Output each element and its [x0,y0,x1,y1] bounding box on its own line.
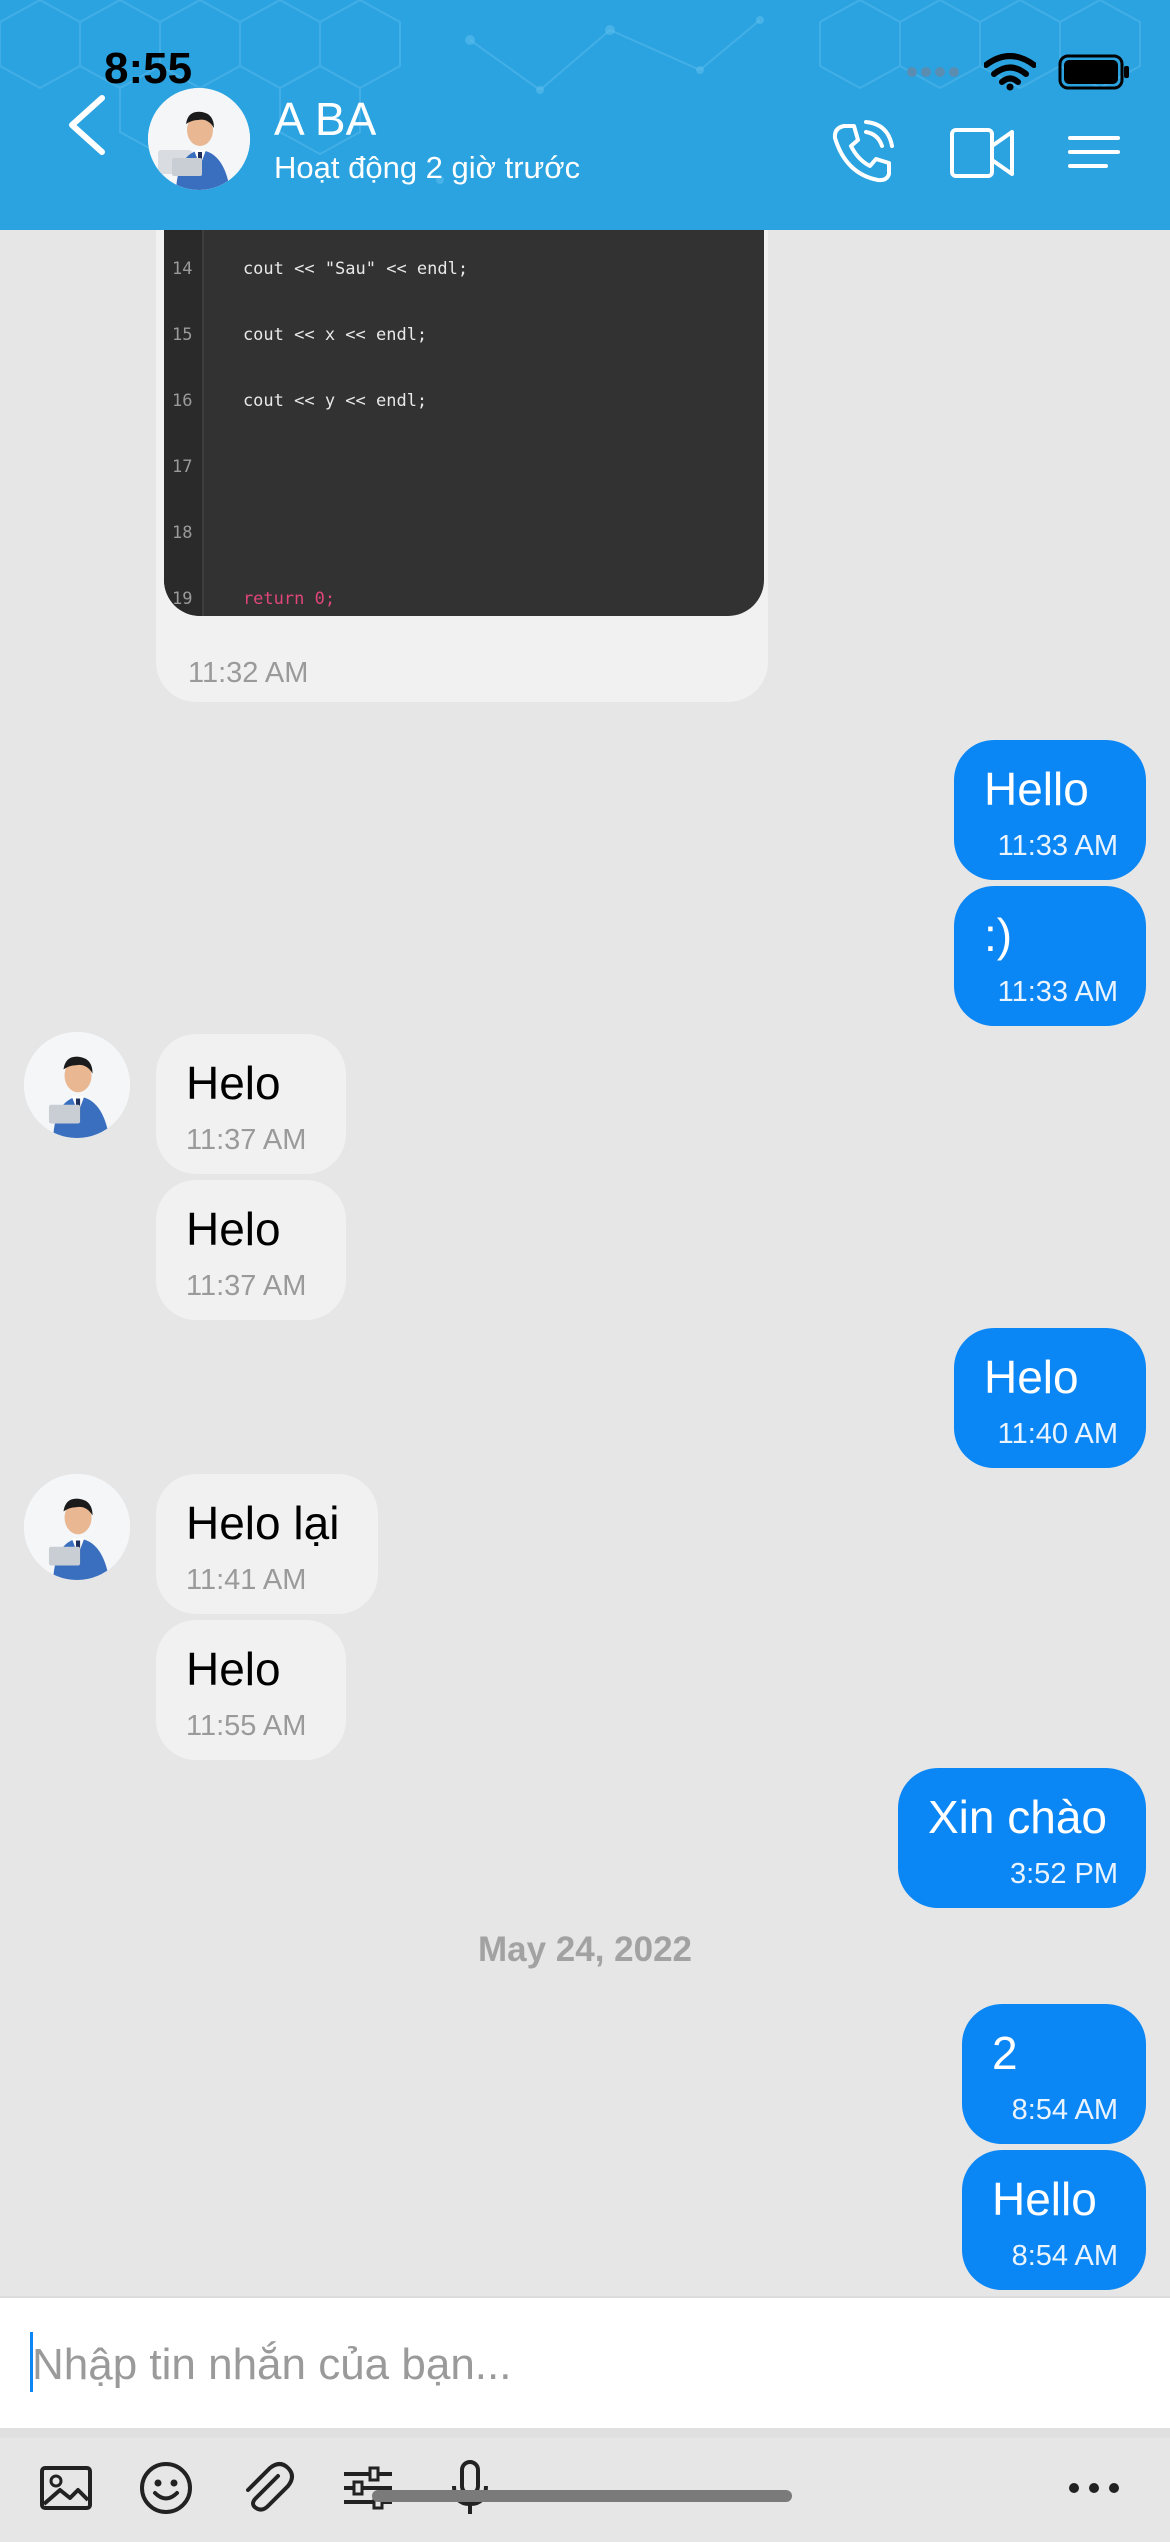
message-text: 2 [992,2027,1018,2079]
message-text: Xin chào [928,1791,1108,1843]
composer-toolbar [0,2428,1170,2542]
message-text: Helo [984,1351,1079,1403]
message-text: Helo [186,1643,281,1695]
message-bubble-incoming[interactable]: Helo 11:37 AM [156,1034,346,1174]
message-composer [0,2296,1170,2430]
message-time: 8:54 AM [1011,2240,1118,2272]
message-bubble-outgoing[interactable]: Helo 11:40 AM [954,1328,1146,1468]
contact-avatar[interactable] [148,88,250,190]
message-time: 11:37 AM [186,1270,307,1302]
message-text: Hello [984,763,1089,815]
avatar-image [24,1032,130,1138]
code-screenshot[interactable]: 14 cout << "Sau" << endl; 15 cout << x <… [164,230,764,616]
battery-icon [1058,54,1129,90]
emoji-icon[interactable] [134,2456,198,2520]
sender-avatar[interactable] [24,1474,130,1580]
contact-status: Hoạt động 2 giờ trước [274,150,581,185]
date-separator: May 24, 2022 [477,1930,693,1969]
message-bubble-outgoing[interactable]: :) 11:33 AM [954,886,1146,1026]
message-input[interactable] [30,2324,1134,2406]
wifi-icon [984,53,1036,91]
message-bubble-incoming[interactable]: Helo 11:37 AM [156,1180,346,1320]
message-text: Hello [992,2173,1097,2225]
message-time: 3:52 PM [1010,1858,1118,1890]
video-camera-icon[interactable] [948,118,1018,188]
status-time: 8:55 [104,44,193,93]
message-bubble-outgoing[interactable]: Hello 8:54 AM [962,2150,1146,2290]
more-icon[interactable] [1062,2456,1126,2520]
image-message[interactable]: 14 cout << "Sau" << endl; 15 cout << x <… [156,230,768,702]
menu-icon[interactable] [1060,118,1130,188]
code-lines: 14 cout << "Sau" << endl; 15 cout << x <… [172,259,469,609]
message-time: 11:32 AM [188,657,309,689]
message-text: Helo [186,1203,281,1255]
phone-icon[interactable] [826,118,896,188]
message-bubble-outgoing[interactable]: Xin chào 3:52 PM [898,1768,1146,1908]
message-time: 11:33 AM [997,976,1118,1008]
message-text: Helo [186,1057,281,1109]
sliders-icon[interactable] [336,2456,400,2520]
message-time: 8:54 AM [1011,2094,1118,2126]
back-arrow-icon[interactable] [58,90,118,160]
message-text: :) [984,909,1013,961]
message-time: 11:40 AM [997,1418,1118,1450]
signal-icon [907,67,959,77]
message-text: Helo lại [186,1497,340,1549]
message-time: 11:37 AM [186,1124,307,1156]
message-bubble-outgoing[interactable]: 2 8:54 AM [962,2004,1146,2144]
text-cursor [30,2332,33,2392]
contact-name: A BA [274,93,377,145]
chat-header: 8:55 A BA Hoạt động 2 giờ trước [0,0,1170,230]
message-bubble-outgoing[interactable]: Hello 11:33 AM [954,740,1146,880]
message-time: 11:55 AM [186,1710,307,1742]
message-time: 11:33 AM [997,830,1118,862]
image-icon[interactable] [34,2456,98,2520]
home-indicator [372,2490,792,2502]
avatar-image [148,88,250,190]
message-bubble-incoming[interactable]: Helo 11:55 AM [156,1620,346,1760]
message-list[interactable]: 14 cout << "Sau" << endl; 15 cout << x <… [0,230,1170,2296]
status-indicators [906,52,1130,92]
attachment-icon[interactable] [234,2456,298,2520]
avatar-image [24,1474,130,1580]
message-bubble-incoming[interactable]: Helo lại 11:41 AM [156,1474,378,1614]
microphone-icon[interactable] [438,2456,502,2520]
message-time: 11:41 AM [186,1564,307,1596]
sender-avatar[interactable] [24,1032,130,1138]
